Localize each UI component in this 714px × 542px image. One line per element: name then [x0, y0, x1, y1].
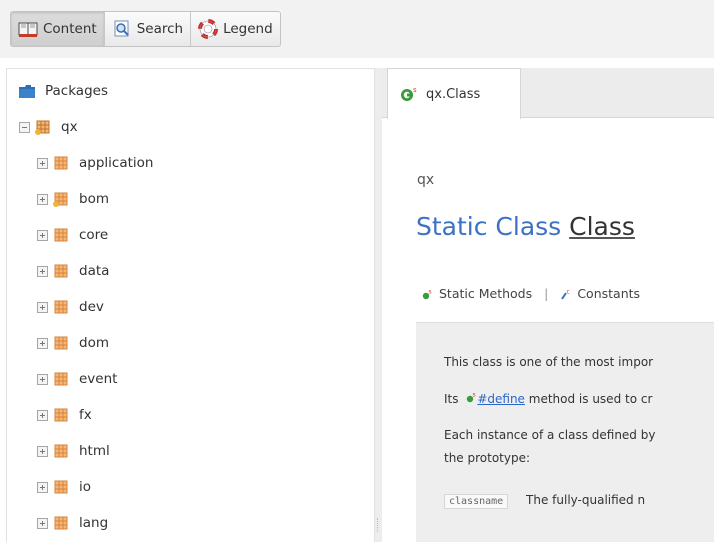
package-icon — [54, 516, 68, 530]
property-row-classname: classname The fully-qualified n — [444, 493, 645, 509]
description-line-1: This class is one of the most impor — [444, 355, 654, 369]
tree-package-dom[interactable]: dom — [37, 331, 109, 355]
expand-toggle-icon[interactable] — [37, 265, 48, 277]
description-line-3: Each instance of a class defined by — [444, 428, 656, 442]
class-description: This class is one of the most impor Its … — [416, 322, 714, 542]
description-line-2-prefix: Its — [444, 392, 459, 406]
tree-package-lang[interactable]: lang — [37, 511, 108, 535]
member-links: s Static Methods | c Constants — [422, 286, 640, 301]
tree-item-label: core — [79, 227, 109, 243]
expand-toggle-icon[interactable] — [37, 193, 48, 205]
expand-toggle-icon[interactable] — [37, 481, 48, 493]
expand-toggle-icon[interactable] — [37, 445, 48, 457]
tree-item-label: io — [79, 479, 92, 495]
package-icon — [54, 300, 68, 314]
panel-splitter[interactable] — [375, 68, 382, 542]
expand-toggle-icon[interactable] — [37, 409, 48, 421]
svg-text:c: c — [567, 289, 570, 296]
tree-item-label: bom — [79, 191, 109, 207]
tree-package-fx[interactable]: fx — [37, 403, 92, 427]
expand-toggle-icon[interactable] — [37, 517, 48, 529]
static-method-icon: s — [422, 288, 433, 300]
collapse-toggle-icon[interactable] — [19, 121, 30, 133]
static-methods-link[interactable]: Static Methods — [439, 286, 532, 301]
tree-root-packages[interactable]: Packages — [19, 79, 108, 103]
package-icon — [54, 336, 68, 350]
search-button-label: Search — [136, 21, 184, 37]
expand-toggle-icon[interactable] — [37, 157, 48, 169]
property-code-classname: classname — [444, 494, 509, 509]
tree-item-label: event — [79, 371, 118, 387]
package-icon — [54, 372, 68, 386]
package-icon — [54, 480, 68, 494]
page-title: Static Class Class — [416, 212, 635, 241]
tree-package-data[interactable]: data — [37, 259, 109, 283]
magnifier-icon — [114, 20, 129, 37]
tab-label: qx.Class — [426, 86, 481, 102]
content-button[interactable]: Content — [11, 12, 105, 46]
package-icon — [54, 408, 68, 422]
splitter-grip-icon — [377, 518, 380, 532]
tree-package-html[interactable]: html — [37, 439, 110, 463]
description-line-4: the prototype: — [444, 451, 531, 465]
tree-item-label: fx — [79, 407, 92, 423]
constant-icon: c — [560, 288, 571, 300]
link-separator: | — [544, 286, 549, 301]
package-icon — [54, 228, 68, 242]
tree-package-event[interactable]: event — [37, 367, 117, 391]
description-line-2-suffix: method is used to cr — [528, 392, 653, 406]
tree-package-dev[interactable]: dev — [37, 295, 104, 319]
tree-package-application[interactable]: application — [37, 151, 153, 175]
tab-bar: s qx.Class — [382, 68, 714, 119]
legend-button[interactable]: Legend — [191, 12, 280, 46]
tree-item-label: lang — [79, 515, 109, 531]
expand-toggle-icon[interactable] — [37, 373, 48, 385]
tree-package-label: qx — [61, 119, 78, 135]
tree-package-core[interactable]: core — [37, 223, 108, 247]
tree-package-qx[interactable]: qx — [19, 115, 78, 139]
description-line-2: Its s #define method is used to cr — [444, 392, 653, 407]
legend-button-label: Legend — [223, 21, 273, 37]
search-button[interactable]: Search — [105, 12, 192, 46]
package-tree-panel: Packages qx application bom core data dev dom… — [6, 68, 375, 542]
expand-toggle-icon[interactable] — [37, 301, 48, 313]
class-viewer-panel: s qx.Class qx Static Class Class s Stati… — [382, 68, 714, 542]
title-prefix: Static Class — [416, 212, 562, 241]
book-icon — [18, 22, 38, 37]
svg-text:s: s — [429, 289, 432, 296]
svg-text:s: s — [413, 86, 417, 94]
package-icon — [53, 192, 68, 207]
package-name: qx — [417, 172, 435, 188]
svg-text:s: s — [473, 392, 476, 399]
class-static-icon: s — [400, 86, 418, 102]
toolbar: Content Search Legend — [0, 0, 714, 58]
package-icon — [35, 120, 50, 135]
tree-root-label: Packages — [45, 83, 108, 99]
tree-item-label: dev — [79, 299, 104, 315]
tree-item-label: html — [79, 443, 110, 459]
expand-toggle-icon[interactable] — [37, 337, 48, 349]
tree-item-label: application — [79, 155, 154, 171]
package-icon — [54, 156, 68, 170]
package-icon — [54, 264, 68, 278]
lifebuoy-icon — [198, 19, 219, 39]
title-class-name: Class — [569, 212, 635, 241]
content-button-label: Content — [43, 21, 97, 37]
tab-qx-class[interactable]: s qx.Class — [387, 68, 521, 119]
property-description-classname: The fully-qualified n — [526, 493, 646, 507]
static-method-icon: s — [467, 392, 476, 403]
tree-item-label: dom — [79, 335, 109, 351]
view-mode-button-group: Content Search Legend — [10, 11, 281, 47]
folder-icon — [19, 84, 35, 98]
tree-package-io[interactable]: io — [37, 475, 91, 499]
expand-toggle-icon[interactable] — [37, 229, 48, 241]
tree-item-label: data — [79, 263, 110, 279]
tree-package-bom[interactable]: bom — [37, 187, 109, 211]
package-icon — [54, 444, 68, 458]
define-method-link[interactable]: #define — [477, 392, 525, 406]
constants-link[interactable]: Constants — [577, 286, 640, 301]
